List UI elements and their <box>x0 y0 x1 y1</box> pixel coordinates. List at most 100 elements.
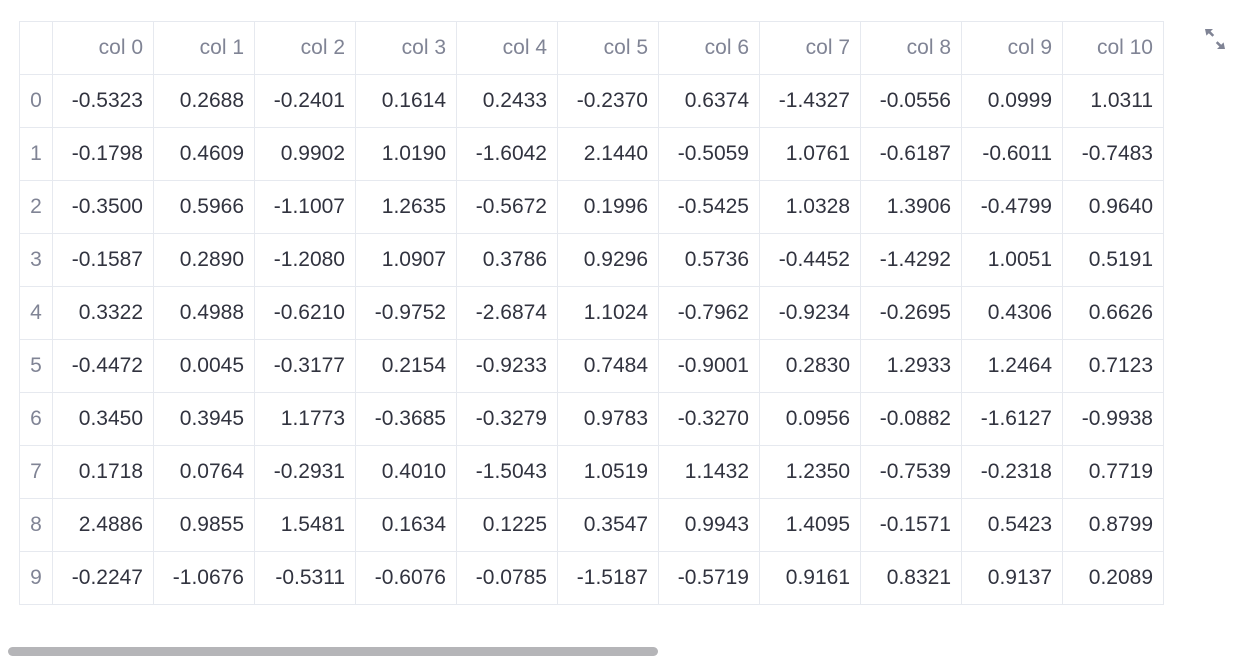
table-cell[interactable]: 0.3322 <box>52 286 154 340</box>
table-cell[interactable]: 0.9296 <box>557 233 659 287</box>
table-cell[interactable]: -0.3500 <box>52 180 154 234</box>
table-cell[interactable]: 1.1773 <box>254 392 356 446</box>
table-cell[interactable]: -0.7483 <box>1062 127 1164 181</box>
table-cell[interactable]: 1.0907 <box>355 233 457 287</box>
table-cell[interactable]: -0.9938 <box>1062 392 1164 446</box>
table-cell[interactable]: 0.7484 <box>557 339 659 393</box>
table-cell[interactable]: -0.9234 <box>759 286 861 340</box>
table-cell[interactable]: -0.3685 <box>355 392 457 446</box>
table-cell[interactable]: 0.4609 <box>153 127 255 181</box>
table-cell[interactable]: 1.4095 <box>759 498 861 552</box>
table-cell[interactable]: -0.3279 <box>456 392 558 446</box>
table-cell[interactable]: -0.9233 <box>456 339 558 393</box>
table-cell[interactable]: 1.1432 <box>658 445 760 499</box>
table-cell[interactable]: -0.5425 <box>658 180 760 234</box>
table-cell[interactable]: 1.1024 <box>557 286 659 340</box>
table-cell[interactable]: 0.0045 <box>153 339 255 393</box>
table-cell[interactable]: 1.2350 <box>759 445 861 499</box>
table-cell[interactable]: 0.1996 <box>557 180 659 234</box>
dataframe-table-container[interactable]: col 0 col 1 col 2 col 3 col 4 col 5 col 6 col 7… <box>19 21 1167 613</box>
column-header[interactable]: col 6 <box>658 21 760 75</box>
table-cell[interactable]: -0.1571 <box>860 498 962 552</box>
table-cell[interactable]: 1.5481 <box>254 498 356 552</box>
table-cell[interactable]: 2.1440 <box>557 127 659 181</box>
table-cell[interactable]: -0.2370 <box>557 74 659 128</box>
table-cell[interactable]: 0.4010 <box>355 445 457 499</box>
column-header[interactable]: col 5 <box>557 21 659 75</box>
table-cell[interactable]: -1.6127 <box>961 392 1063 446</box>
table-cell[interactable]: 1.0519 <box>557 445 659 499</box>
table-cell[interactable]: -2.6874 <box>456 286 558 340</box>
table-cell[interactable]: 0.2089 <box>1062 551 1164 605</box>
column-header[interactable]: col 8 <box>860 21 962 75</box>
table-cell[interactable]: -1.1007 <box>254 180 356 234</box>
table-cell[interactable]: -0.0785 <box>456 551 558 605</box>
table-cell[interactable]: 0.7123 <box>1062 339 1164 393</box>
table-cell[interactable]: 1.0311 <box>1062 74 1164 128</box>
table-cell[interactable]: -0.4799 <box>961 180 1063 234</box>
horizontal-scrollbar-thumb[interactable] <box>8 647 658 656</box>
table-cell[interactable]: -0.5323 <box>52 74 154 128</box>
table-cell[interactable]: 0.5191 <box>1062 233 1164 287</box>
table-cell[interactable]: 1.2464 <box>961 339 1063 393</box>
table-cell[interactable]: -0.0556 <box>860 74 962 128</box>
table-cell[interactable]: 0.0764 <box>153 445 255 499</box>
table-cell[interactable]: -1.6042 <box>456 127 558 181</box>
table-cell[interactable]: -0.5311 <box>254 551 356 605</box>
table-cell[interactable]: -0.2401 <box>254 74 356 128</box>
table-cell[interactable]: -0.0882 <box>860 392 962 446</box>
column-header[interactable]: col 4 <box>456 21 558 75</box>
table-cell[interactable]: 0.3450 <box>52 392 154 446</box>
table-cell[interactable]: 1.0761 <box>759 127 861 181</box>
table-cell[interactable]: 0.2154 <box>355 339 457 393</box>
table-cell[interactable]: -0.6076 <box>355 551 457 605</box>
table-cell[interactable]: -0.5719 <box>658 551 760 605</box>
table-cell[interactable]: -0.2695 <box>860 286 962 340</box>
table-cell[interactable]: 1.0328 <box>759 180 861 234</box>
table-cell[interactable]: -0.9752 <box>355 286 457 340</box>
table-cell[interactable]: -0.5672 <box>456 180 558 234</box>
table-cell[interactable]: 0.9783 <box>557 392 659 446</box>
table-cell[interactable]: -1.5043 <box>456 445 558 499</box>
table-cell[interactable]: 0.1225 <box>456 498 558 552</box>
table-cell[interactable]: 0.1634 <box>355 498 457 552</box>
table-cell[interactable]: 0.5966 <box>153 180 255 234</box>
table-cell[interactable]: -0.3177 <box>254 339 356 393</box>
table-cell[interactable]: 0.3786 <box>456 233 558 287</box>
table-cell[interactable]: -0.2318 <box>961 445 1063 499</box>
table-cell[interactable]: 0.8321 <box>860 551 962 605</box>
table-cell[interactable]: 0.9902 <box>254 127 356 181</box>
table-cell[interactable]: 1.0190 <box>355 127 457 181</box>
table-cell[interactable]: -0.3270 <box>658 392 760 446</box>
column-header[interactable]: col 2 <box>254 21 356 75</box>
table-cell[interactable]: 0.9855 <box>153 498 255 552</box>
expand-fullscreen-button[interactable] <box>1202 26 1228 52</box>
table-cell[interactable]: -0.5059 <box>658 127 760 181</box>
table-cell[interactable]: 1.2933 <box>860 339 962 393</box>
table-cell[interactable]: 1.3906 <box>860 180 962 234</box>
table-cell[interactable]: -1.5187 <box>557 551 659 605</box>
column-header[interactable]: col 3 <box>355 21 457 75</box>
table-cell[interactable]: 0.0999 <box>961 74 1063 128</box>
table-cell[interactable]: -0.7539 <box>860 445 962 499</box>
table-cell[interactable]: 0.9943 <box>658 498 760 552</box>
table-cell[interactable]: 0.1718 <box>52 445 154 499</box>
column-header[interactable]: col 0 <box>52 21 154 75</box>
table-cell[interactable]: 0.4306 <box>961 286 1063 340</box>
table-cell[interactable]: -1.0676 <box>153 551 255 605</box>
table-cell[interactable]: -0.2931 <box>254 445 356 499</box>
table-cell[interactable]: 0.1614 <box>355 74 457 128</box>
table-cell[interactable]: 0.0956 <box>759 392 861 446</box>
table-cell[interactable]: 0.2890 <box>153 233 255 287</box>
table-cell[interactable]: 0.7719 <box>1062 445 1164 499</box>
table-cell[interactable]: -1.4292 <box>860 233 962 287</box>
table-cell[interactable]: -0.1798 <box>52 127 154 181</box>
table-cell[interactable]: 0.2688 <box>153 74 255 128</box>
column-header[interactable]: col 10 <box>1062 21 1164 75</box>
column-header[interactable]: col 7 <box>759 21 861 75</box>
column-header[interactable]: col 9 <box>961 21 1063 75</box>
table-cell[interactable]: -0.9001 <box>658 339 760 393</box>
table-cell[interactable]: -0.4452 <box>759 233 861 287</box>
table-cell[interactable]: 0.9137 <box>961 551 1063 605</box>
table-cell[interactable]: 0.6374 <box>658 74 760 128</box>
